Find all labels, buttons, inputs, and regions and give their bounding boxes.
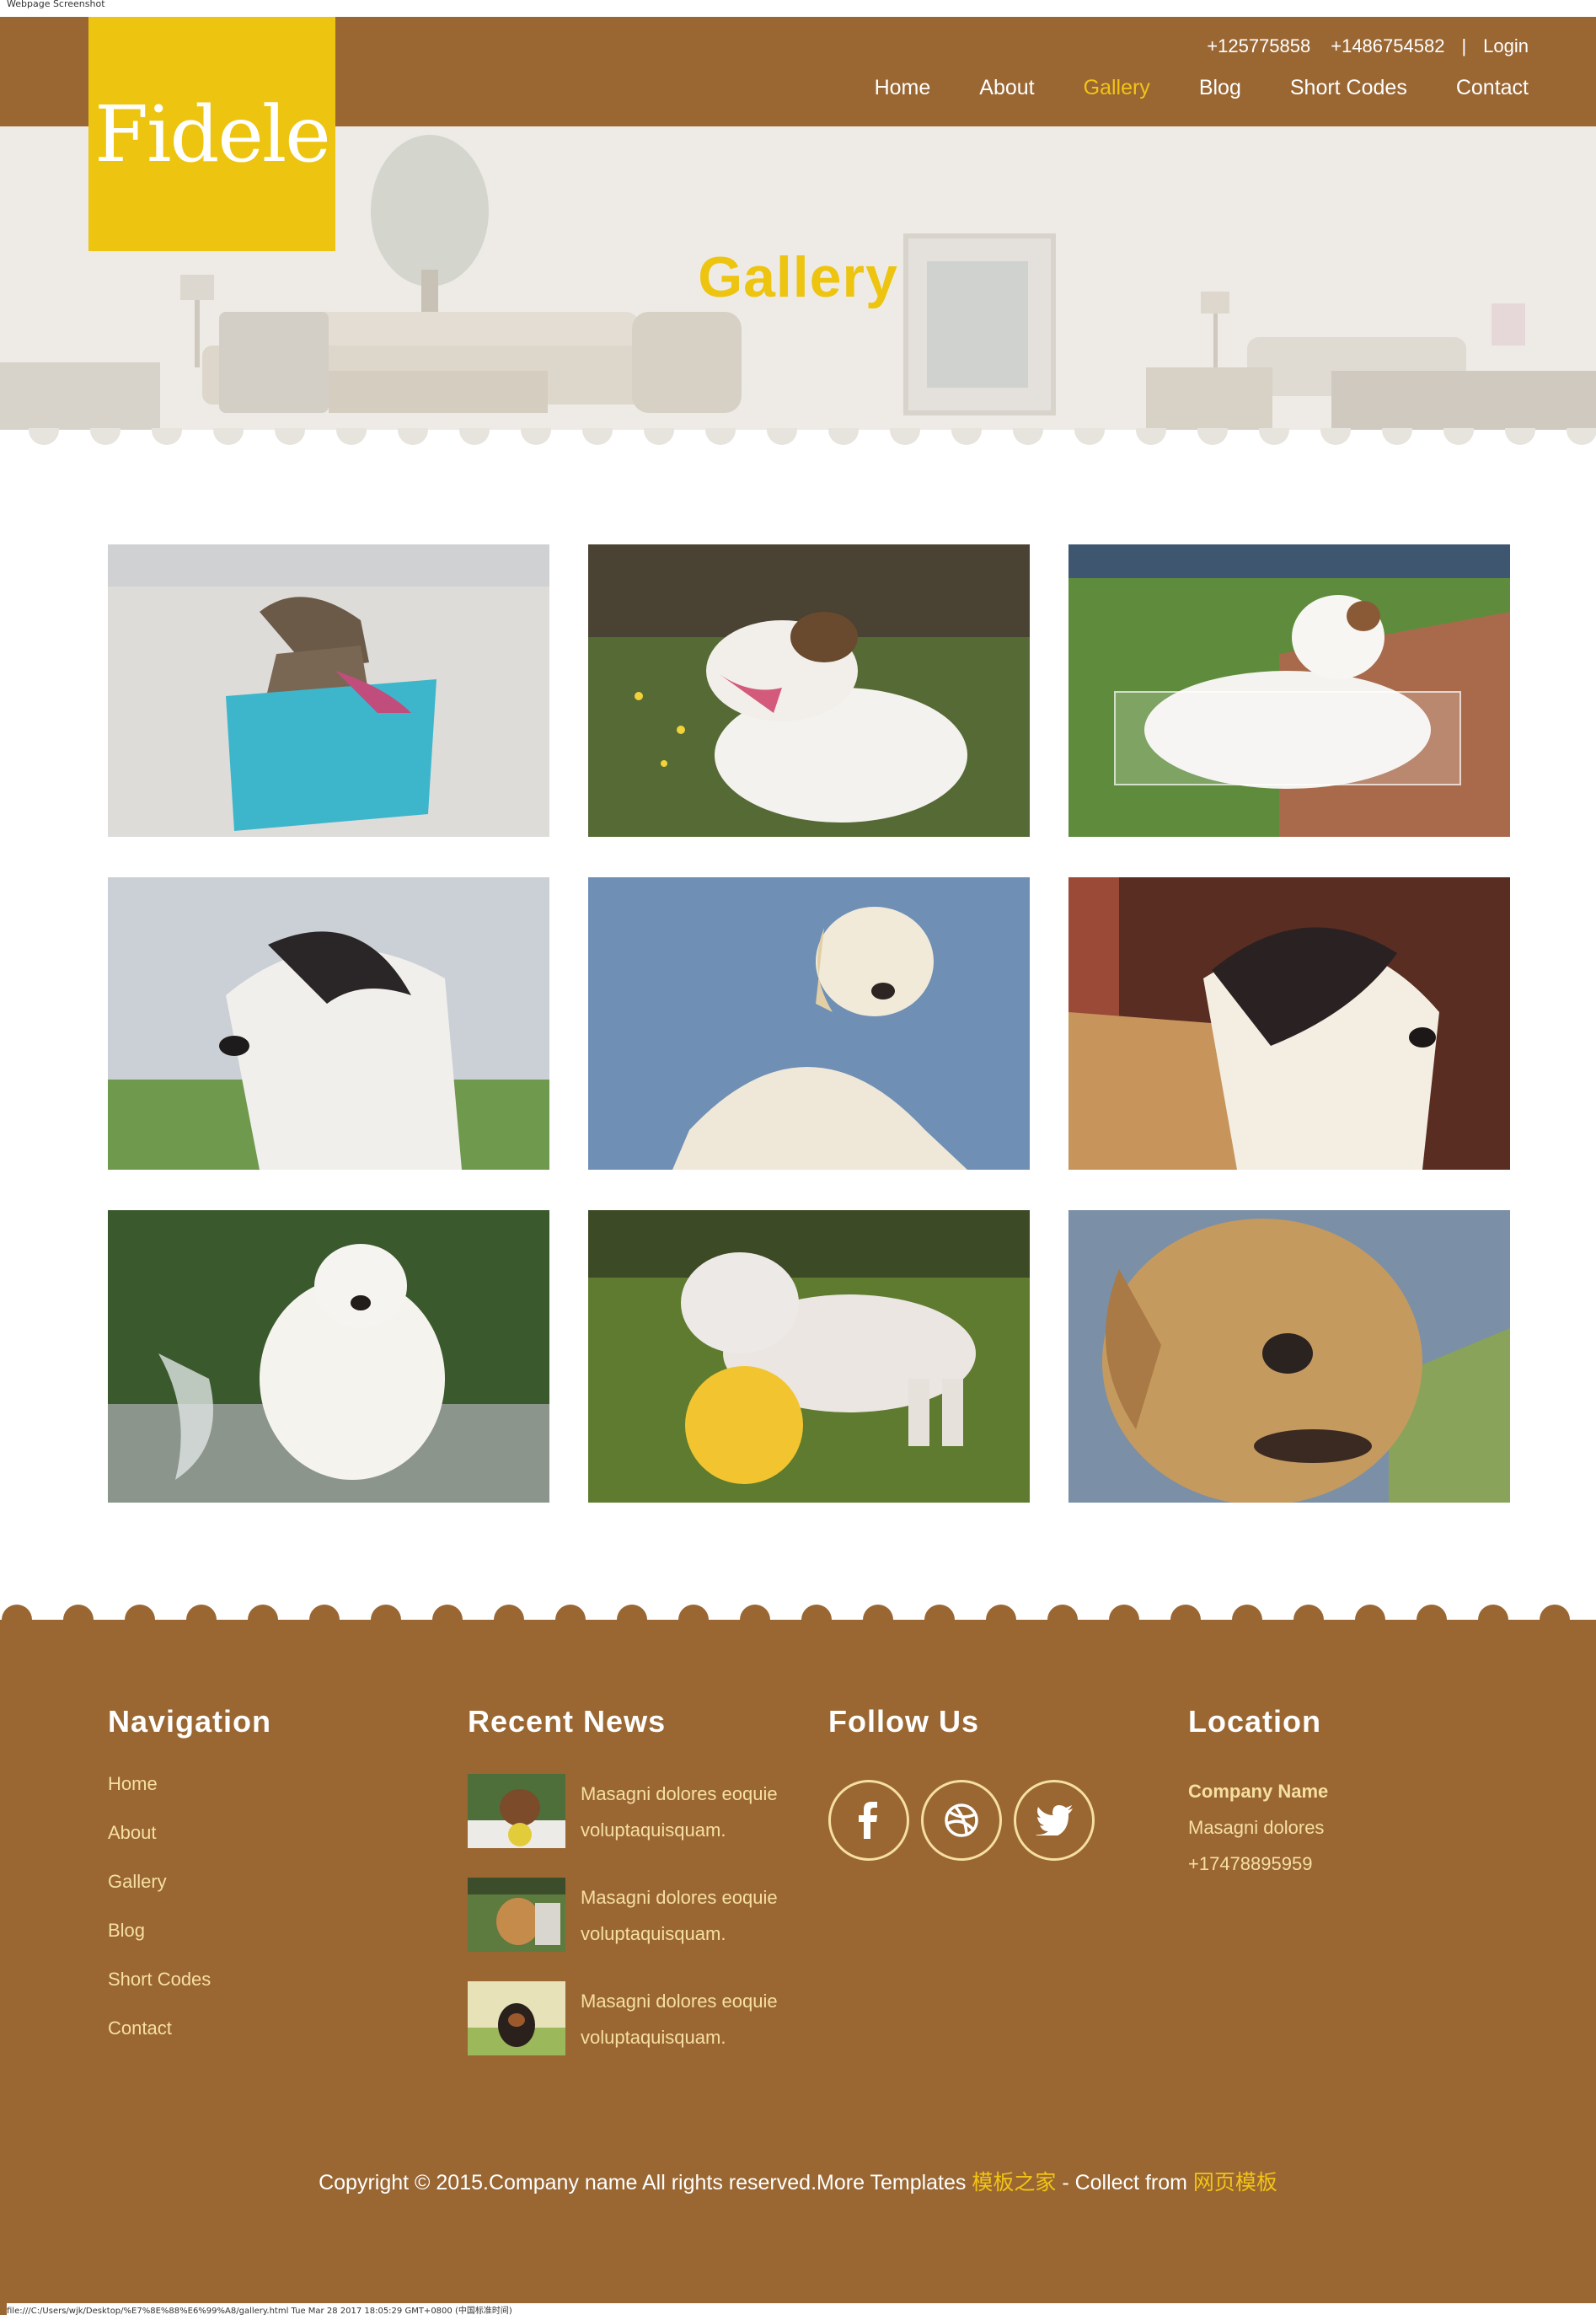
footer-follow-title: Follow Us [828,1704,979,1739]
facebook-icon[interactable] [828,1780,909,1861]
footer-nav-list: Home About Gallery Blog Short Codes Cont… [108,1773,271,2066]
news-item[interactable]: Masagni dolores eoquie voluptaquisquam. [468,1981,805,2057]
news-thumbnail [468,1878,565,1952]
news-text[interactable]: Masagni dolores eoquie voluptaquisquam. [581,1879,808,1952]
footer-recent-news: Recent News Masagni dolores eoquie volup… [468,1704,822,2092]
labrador-photo [1068,1210,1510,1503]
copyright-notice: Copyright © 2015.Company name All rights… [0,2166,1596,2196]
footer-navigation-title: Navigation [108,1704,272,1739]
capture-label: Webpage Screenshot [7,0,105,9]
footer-location: Location Company Name Masagni dolores +1… [1188,1704,1328,1882]
spaniel-photo [1068,877,1510,1170]
location-details: Company Name Masagni dolores +1747889595… [1188,1773,1328,1882]
twitter-icon[interactable] [1014,1780,1095,1861]
footer-nav-home[interactable]: Home [108,1773,271,1822]
page-title: Gallery [698,245,898,309]
gallery-item-retriever-splash[interactable] [108,1210,549,1503]
login-link[interactable]: Login [1483,35,1529,57]
nav-about[interactable]: About [979,76,1034,100]
footer-scallop-edge [0,1603,1596,1621]
contact-separator: | [1461,35,1467,56]
print-footer-url: file:///C:/Users/wjk/Desktop/%E7%8E%88%E… [7,2303,1596,2315]
golden-retriever-photo [588,877,1030,1170]
company-phone: +17478895959 [1188,1853,1313,1874]
contact-bar: +125775858 +1486754582 | Login [1186,35,1529,57]
news-thumbnail [468,1774,565,1848]
gallery-item-spaniel[interactable] [1068,877,1510,1170]
site-footer: Navigation Home About Gallery Blog Short… [0,1620,1596,2315]
footer-nav-gallery[interactable]: Gallery [108,1871,271,1920]
terrier-grass-photo [588,544,1030,837]
site-logo[interactable]: Fidele [88,17,335,251]
more-templates-link[interactable]: 模板之家 [972,2171,1056,2194]
company-name: Company Name [1188,1781,1329,1802]
news-text[interactable]: Masagni dolores eoquie voluptaquisquam. [581,1983,808,2055]
gallery-item-white-terrier[interactable] [1068,544,1510,837]
retriever-splash-photo [108,1210,549,1503]
footer-nav-about[interactable]: About [108,1822,271,1871]
white-terrier-photo [1068,544,1510,837]
gallery-item-bulldog[interactable] [588,1210,1030,1503]
nav-home[interactable]: Home [875,76,931,100]
gallery-item-terrier-grass[interactable] [588,544,1030,837]
news-thumbnail [468,1981,565,2055]
nav-gallery[interactable]: Gallery [1084,76,1150,100]
nav-blog[interactable]: Blog [1199,76,1241,100]
banner-scallop-edge [0,428,1596,445]
news-text[interactable]: Masagni dolores eoquie voluptaquisquam. [581,1776,808,1848]
gallery-item-golden-retriever[interactable] [588,877,1030,1170]
news-item[interactable]: Masagni dolores eoquie voluptaquisquam. [468,1774,805,1850]
social-links [828,1780,1106,1861]
company-address: Masagni dolores [1188,1817,1325,1838]
greyhound-photo [108,544,549,837]
gallery-item-border-collie[interactable] [108,877,549,1170]
footer-nav-short-codes[interactable]: Short Codes [108,1969,271,2018]
footer-location-title: Location [1188,1704,1321,1739]
footer-navigation: Navigation Home About Gallery Blog Short… [108,1704,271,2066]
dribbble-icon[interactable] [921,1780,1002,1861]
footer-news-title: Recent News [468,1704,667,1739]
bulldog-photo [588,1210,1030,1503]
collect-from-link[interactable]: 网页模板 [1193,2171,1277,2194]
border-collie-photo [108,877,549,1170]
footer-follow-us: Follow Us [828,1704,1165,1957]
footer-nav-contact[interactable]: Contact [108,2018,271,2066]
nav-short-codes[interactable]: Short Codes [1290,76,1407,100]
copyright-text: Copyright © 2015.Company name All rights… [319,2171,972,2194]
logo-text: Fidele [94,88,330,180]
gallery-item-greyhound[interactable] [108,544,549,837]
footer-nav-blog[interactable]: Blog [108,1920,271,1969]
news-item[interactable]: Masagni dolores eoquie voluptaquisquam. [468,1878,805,1953]
main-nav: Home About Gallery Blog Short Codes Cont… [826,76,1529,100]
phone-number-1: +125775858 [1207,35,1311,56]
phone-number-2: +1486754582 [1331,35,1445,56]
gallery-item-labrador[interactable] [1068,1210,1510,1503]
copyright-middle-text: - Collect from [1056,2171,1193,2194]
nav-contact[interactable]: Contact [1456,76,1529,100]
